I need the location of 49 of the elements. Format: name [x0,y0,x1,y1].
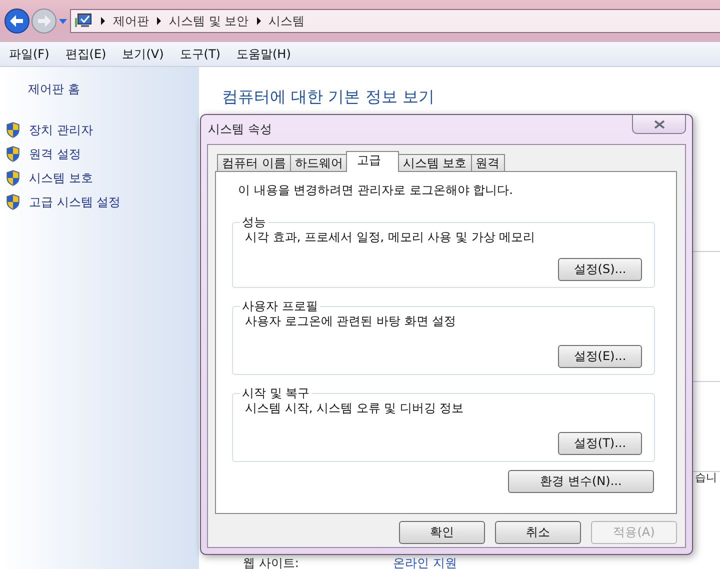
page-title: 컴퓨터에 대한 기본 정보 보기 [222,87,434,108]
sidebar-link[interactable]: 고급 시스템 설정 [29,194,121,210]
support-link[interactable]: 온라인 지원 [393,555,457,569]
settings-button[interactable]: 설정(E)... [558,345,642,368]
tab[interactable]: 하드웨어 [290,154,348,172]
breadcrumb-arrow-icon[interactable] [101,17,105,25]
sidebar-link[interactable]: 시스템 보호 [29,170,93,186]
shield-icon [6,194,20,210]
sidebar-link[interactable]: 제어판 홈 [28,81,199,98]
notice-text: 이 내용을 변경하려면 관리자로 로그온해야 합니다. [238,182,514,199]
dialog-button[interactable]: 확인 [399,521,485,544]
dropdown-icon[interactable] [58,17,68,25]
close-icon [654,120,664,128]
shield-icon [6,122,20,138]
menu-item[interactable]: 보기(V) [114,46,172,62]
menu-item[interactable]: 도움말(H) [228,46,299,62]
settings-button[interactable]: 설정(S)... [558,258,642,281]
shield-icon [6,170,20,186]
breadcrumb-item[interactable]: 시스템 [268,12,305,30]
group-title: 사용자 프로필 [241,298,319,315]
sidebar-link[interactable]: 원격 설정 [29,146,81,162]
shield-icon [6,146,20,162]
settings-button[interactable]: 설정(T)... [558,432,642,455]
close-button[interactable] [632,115,686,134]
body-text: 습니 [695,470,717,485]
tab[interactable]: 시스템 보호 [398,154,472,172]
address-bar[interactable]: 제어판 시스템 및 보안 시스템 [70,9,720,33]
group-description: 시각 효과, 프로세서 일정, 메모리 사용 및 가상 메모리 [245,229,536,246]
group-description: 시스템 시작, 시스템 오류 및 디버깅 정보 [245,400,465,417]
computer-icon [75,13,93,29]
environment-variables-button[interactable]: 환경 변수(N)... [508,470,654,493]
tab[interactable]: 고급 [346,151,399,172]
group-title: 성능 [241,214,267,231]
group-description: 사용자 로그온에 관련된 바탕 화면 설정 [245,313,458,330]
breadcrumb-item[interactable]: 시스템 및 보안 [169,12,249,30]
tab[interactable]: 컴퓨터 이름 [217,154,291,172]
breadcrumb-arrow-icon[interactable] [157,17,161,25]
back-button[interactable] [4,8,30,34]
breadcrumb-arrow-icon[interactable] [256,17,261,25]
field-label: 웹 사이트: [243,555,300,569]
menu-item[interactable]: 파일(F) [1,46,58,62]
group-title: 시작 및 복구 [241,385,311,402]
tab[interactable]: 원격 [470,154,505,172]
menu-item[interactable]: 편집(E) [57,46,114,62]
dialog-title: 시스템 속성 [208,121,272,138]
dialog-button[interactable]: 취소 [495,521,581,544]
sidebar-link[interactable]: 장치 관리자 [29,122,93,138]
menu-item[interactable]: 도구(T) [172,46,228,62]
breadcrumb-item[interactable]: 제어판 [113,12,149,30]
